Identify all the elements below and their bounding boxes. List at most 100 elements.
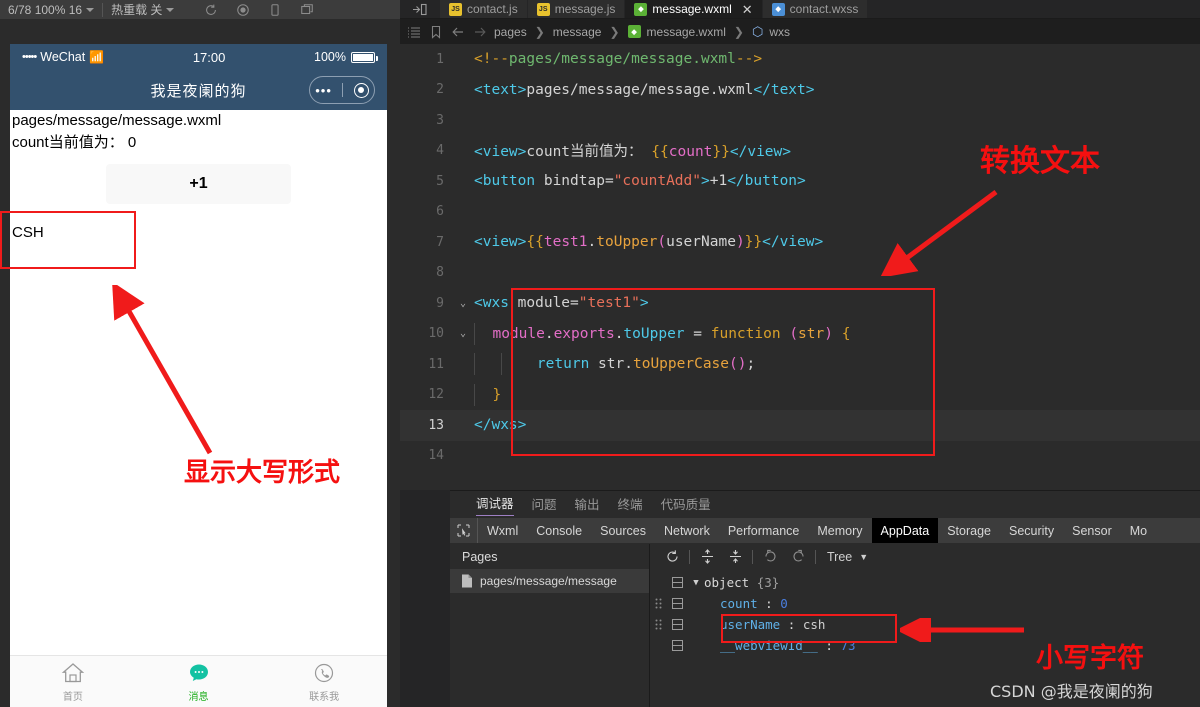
editor-tab-message-wxml[interactable]: ◆ message.wxml ✕ bbox=[625, 0, 763, 18]
tree-key: __webviewId__ bbox=[720, 638, 818, 653]
phone-nav-bar: 我是夜阑的狗 ••• bbox=[10, 70, 387, 110]
devtools-tab-code-quality[interactable]: 代码质量 bbox=[661, 494, 711, 516]
capsule-menu[interactable]: ••• bbox=[309, 76, 375, 104]
tree-row-count[interactable]: count : 0 bbox=[650, 593, 1200, 614]
toolbar-divider bbox=[752, 549, 753, 564]
zoom-selector[interactable]: 6/78 100% 16 bbox=[0, 0, 102, 20]
breadcrumb-segment-wxs[interactable]: wxs bbox=[769, 25, 790, 39]
toolbar-divider bbox=[689, 549, 690, 564]
tree-row-username[interactable]: userName : csh bbox=[650, 614, 1200, 635]
code-text: <!--pages/message/message.wxml--> bbox=[474, 51, 763, 68]
wxml-file-icon: ◆ bbox=[627, 25, 641, 38]
code-text: } bbox=[470, 383, 501, 406]
code-line-7: 7 <view>{{test1.toUpper(userName)}}</vie… bbox=[400, 227, 1200, 258]
panel-tab-memory[interactable]: Memory bbox=[808, 518, 871, 543]
view-mode-selector[interactable]: Tree ▼ bbox=[819, 550, 876, 564]
breadcrumb-segment-message[interactable]: message bbox=[553, 25, 602, 39]
collapse-all-icon[interactable] bbox=[721, 546, 749, 568]
refresh-icon[interactable] bbox=[204, 3, 218, 17]
top-toolbar-icons bbox=[204, 3, 314, 17]
devtools-tab-debugger[interactable]: 调试器 bbox=[476, 493, 514, 516]
code-text: <view>count当前值为： {{count}}</view> bbox=[474, 144, 791, 161]
split-editor-icon[interactable] bbox=[400, 0, 440, 18]
panel-tab-mock[interactable]: Mo bbox=[1121, 518, 1156, 543]
code-line-1: 1 <!--pages/message/message.wxml--> bbox=[400, 44, 1200, 75]
line-number: 12 bbox=[428, 387, 444, 403]
outline-icon[interactable] bbox=[406, 24, 422, 40]
panel-tab-sensor[interactable]: Sensor bbox=[1063, 518, 1121, 543]
pages-pane-title: Pages bbox=[462, 549, 498, 564]
undo-icon[interactable] bbox=[756, 546, 784, 568]
code-line-8: 8 bbox=[400, 258, 1200, 289]
hot-reload-selector[interactable]: 热重载 关 bbox=[103, 0, 182, 20]
page-content: pages/message/message.wxml count当前值为： 0 … bbox=[10, 110, 387, 655]
more-dots-icon[interactable]: ••• bbox=[315, 83, 332, 98]
redo-icon[interactable] bbox=[784, 546, 812, 568]
tab-contact[interactable]: 联系我 bbox=[261, 656, 387, 707]
panel-tab-security[interactable]: Security bbox=[1000, 518, 1063, 543]
toolbar-divider bbox=[815, 549, 816, 564]
app-root: 6/78 100% 16 热重载 关 ••••• WeChat 📶 17:00 … bbox=[0, 0, 1200, 707]
editor-tab-message-js[interactable]: JS message.js bbox=[527, 0, 626, 18]
back-arrow-icon[interactable] bbox=[450, 24, 466, 40]
panel-tab-appdata[interactable]: AppData bbox=[871, 518, 939, 543]
breadcrumb-separator: ❯ bbox=[733, 24, 744, 39]
home-icon bbox=[61, 663, 85, 683]
increment-button[interactable]: +1 bbox=[106, 163, 291, 204]
close-icon[interactable]: ✕ bbox=[742, 3, 753, 16]
devtools-tab-terminal[interactable]: 终端 bbox=[618, 494, 643, 516]
expand-twisty-icon[interactable]: ▼ bbox=[688, 578, 704, 588]
tab-home[interactable]: 首页 bbox=[10, 656, 136, 707]
breadcrumb-segment-file[interactable]: message.wxml bbox=[647, 25, 726, 39]
panel-tab-storage[interactable]: Storage bbox=[938, 518, 1000, 543]
window-icon[interactable] bbox=[300, 3, 314, 17]
fold-toggle[interactable]: ⌄ bbox=[456, 328, 470, 339]
expand-all-icon[interactable] bbox=[693, 546, 721, 568]
code-editor[interactable]: 1 <!--pages/message/message.wxml--> 2 <t… bbox=[400, 44, 1200, 490]
line-number: 7 bbox=[436, 234, 444, 250]
devtools-tab-problems[interactable]: 问题 bbox=[532, 494, 557, 516]
file-icon bbox=[462, 574, 472, 588]
annotation-convert-text: 转换文本 bbox=[980, 144, 1100, 179]
line-number: 6 bbox=[436, 204, 444, 220]
close-circle-icon[interactable] bbox=[353, 82, 369, 98]
editor-tab-contact-wxss[interactable]: ◆ contact.wxss bbox=[762, 0, 869, 18]
inspect-element-icon[interactable] bbox=[450, 518, 478, 543]
page-path-text: pages/message/message.wxml bbox=[12, 112, 222, 129]
panel-tab-wxml[interactable]: Wxml bbox=[478, 518, 527, 543]
tab-message[interactable]: 消息 bbox=[136, 656, 262, 707]
chevron-down-icon bbox=[86, 7, 95, 12]
tree-row-root[interactable]: ▼ object {3} bbox=[650, 572, 1200, 593]
breadcrumb-segment-pages[interactable]: pages bbox=[494, 25, 527, 39]
editor-tab-contact-js[interactable]: JS contact.js bbox=[440, 0, 528, 18]
phone-status-bar: ••••• WeChat 📶 17:00 100% bbox=[10, 44, 387, 70]
panel-tab-performance[interactable]: Performance bbox=[719, 518, 809, 543]
drag-handle[interactable] bbox=[650, 598, 666, 609]
bookmark-icon[interactable] bbox=[428, 24, 444, 40]
line-number: 4 bbox=[436, 143, 444, 159]
breadcrumb-separator: ❯ bbox=[534, 24, 545, 39]
watermark-text: CSDN @我是夜阑的狗 bbox=[990, 682, 1153, 701]
wxs-symbol-icon: ⬡ bbox=[751, 23, 764, 39]
record-icon[interactable] bbox=[236, 3, 250, 17]
line-number: 9 bbox=[436, 295, 444, 311]
tree-separator: : bbox=[765, 596, 773, 611]
code-line-2: 2 <text>pages/message/message.wxml</text… bbox=[400, 75, 1200, 106]
devtools-panel-tabs: Wxml Console Sources Network Performance… bbox=[450, 518, 1200, 544]
tree-key: userName bbox=[720, 617, 781, 632]
refresh-icon[interactable] bbox=[658, 546, 686, 568]
panel-tab-network[interactable]: Network bbox=[655, 518, 719, 543]
fold-toggle[interactable]: ⌄ bbox=[456, 298, 470, 309]
phone-icon[interactable] bbox=[268, 3, 282, 17]
panel-tab-console[interactable]: Console bbox=[527, 518, 591, 543]
pages-list-item[interactable]: pages/message/message bbox=[450, 569, 649, 593]
node-box-icon bbox=[666, 619, 688, 630]
panel-tab-sources[interactable]: Sources bbox=[591, 518, 655, 543]
page-button-row: +1 bbox=[10, 154, 387, 204]
devtools-tab-output[interactable]: 输出 bbox=[575, 494, 600, 516]
tree-key: count bbox=[720, 596, 758, 611]
chevron-down-icon: ▼ bbox=[859, 551, 869, 562]
drag-handle[interactable] bbox=[650, 619, 666, 630]
forward-arrow-icon[interactable] bbox=[472, 24, 488, 40]
status-battery: 100% bbox=[314, 50, 378, 64]
